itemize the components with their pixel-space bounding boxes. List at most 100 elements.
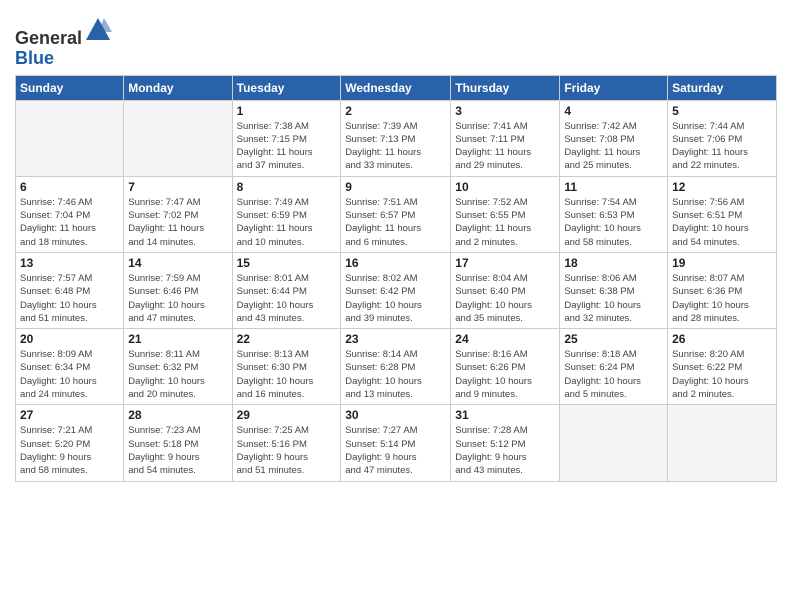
- weekday-header-monday: Monday: [124, 75, 232, 100]
- day-number: 29: [237, 408, 337, 422]
- calendar-cell: 14 Sunrise: 7:59 AM Sunset: 6:46 PM Dayli…: [124, 252, 232, 328]
- day-number: 5: [672, 104, 772, 118]
- day-detail: Sunrise: 7:27 AM Sunset: 5:14 PM Dayligh…: [345, 424, 446, 477]
- page-header: General Blue: [15, 10, 777, 69]
- day-number: 12: [672, 180, 772, 194]
- day-detail: Sunrise: 7:59 AM Sunset: 6:46 PM Dayligh…: [128, 272, 227, 325]
- day-detail: Sunrise: 7:38 AM Sunset: 7:15 PM Dayligh…: [237, 120, 337, 173]
- day-detail: Sunrise: 7:44 AM Sunset: 7:06 PM Dayligh…: [672, 120, 772, 173]
- calendar-cell: 26 Sunrise: 8:20 AM Sunset: 6:22 PM Dayli…: [668, 329, 777, 405]
- weekday-header-friday: Friday: [560, 75, 668, 100]
- calendar-cell: [668, 405, 777, 481]
- weekday-header-wednesday: Wednesday: [341, 75, 451, 100]
- day-number: 26: [672, 332, 772, 346]
- calendar-cell: 23 Sunrise: 8:14 AM Sunset: 6:28 PM Dayli…: [341, 329, 451, 405]
- calendar-cell: 13 Sunrise: 7:57 AM Sunset: 6:48 PM Dayli…: [16, 252, 124, 328]
- calendar-cell: 10 Sunrise: 7:52 AM Sunset: 6:55 PM Dayli…: [451, 176, 560, 252]
- logo-general: General: [15, 28, 82, 48]
- day-number: 16: [345, 256, 446, 270]
- day-detail: Sunrise: 7:57 AM Sunset: 6:48 PM Dayligh…: [20, 272, 119, 325]
- weekday-header-saturday: Saturday: [668, 75, 777, 100]
- day-number: 25: [564, 332, 663, 346]
- day-number: 4: [564, 104, 663, 118]
- day-number: 28: [128, 408, 227, 422]
- calendar-cell: 1 Sunrise: 7:38 AM Sunset: 7:15 PM Daylig…: [232, 100, 341, 176]
- calendar-week-1: 1 Sunrise: 7:38 AM Sunset: 7:15 PM Daylig…: [16, 100, 777, 176]
- day-detail: Sunrise: 7:21 AM Sunset: 5:20 PM Dayligh…: [20, 424, 119, 477]
- calendar-cell: 28 Sunrise: 7:23 AM Sunset: 5:18 PM Dayli…: [124, 405, 232, 481]
- day-number: 1: [237, 104, 337, 118]
- day-detail: Sunrise: 8:11 AM Sunset: 6:32 PM Dayligh…: [128, 348, 227, 401]
- calendar-cell: 7 Sunrise: 7:47 AM Sunset: 7:02 PM Daylig…: [124, 176, 232, 252]
- day-number: 10: [455, 180, 555, 194]
- day-detail: Sunrise: 7:28 AM Sunset: 5:12 PM Dayligh…: [455, 424, 555, 477]
- day-number: 2: [345, 104, 446, 118]
- calendar-week-4: 20Sunrise: 8:09 AM Sunset: 6:34 PM Dayli…: [16, 329, 777, 405]
- day-number: 19: [672, 256, 772, 270]
- calendar-week-3: 13 Sunrise: 7:57 AM Sunset: 6:48 PM Dayli…: [16, 252, 777, 328]
- weekday-header-tuesday: Tuesday: [232, 75, 341, 100]
- day-detail: Sunrise: 8:16 AM Sunset: 6:26 PM Dayligh…: [455, 348, 555, 401]
- day-detail: Sunrise: 8:06 AM Sunset: 6:38 PM Dayligh…: [564, 272, 663, 325]
- logo-icon: [84, 16, 112, 44]
- calendar-cell: 11 Sunrise: 7:54 AM Sunset: 6:53 PM Dayli…: [560, 176, 668, 252]
- day-detail: Sunrise: 7:39 AM Sunset: 7:13 PM Dayligh…: [345, 120, 446, 173]
- weekday-header-sunday: Sunday: [16, 75, 124, 100]
- calendar-cell: 8Sunrise: 7:49 AM Sunset: 6:59 PM Daylig…: [232, 176, 341, 252]
- calendar-cell: 2 Sunrise: 7:39 AM Sunset: 7:13 PM Daylig…: [341, 100, 451, 176]
- calendar-cell: 4Sunrise: 7:42 AM Sunset: 7:08 PM Daylig…: [560, 100, 668, 176]
- calendar-cell: 24 Sunrise: 8:16 AM Sunset: 6:26 PM Dayli…: [451, 329, 560, 405]
- day-detail: Sunrise: 8:20 AM Sunset: 6:22 PM Dayligh…: [672, 348, 772, 401]
- day-detail: Sunrise: 8:09 AM Sunset: 6:34 PM Dayligh…: [20, 348, 119, 401]
- calendar-cell: 22 Sunrise: 8:13 AM Sunset: 6:30 PM Dayli…: [232, 329, 341, 405]
- day-detail: Sunrise: 7:25 AM Sunset: 5:16 PM Dayligh…: [237, 424, 337, 477]
- day-detail: Sunrise: 8:04 AM Sunset: 6:40 PM Dayligh…: [455, 272, 555, 325]
- calendar-cell: 20Sunrise: 8:09 AM Sunset: 6:34 PM Dayli…: [16, 329, 124, 405]
- day-number: 21: [128, 332, 227, 346]
- day-detail: Sunrise: 8:13 AM Sunset: 6:30 PM Dayligh…: [237, 348, 337, 401]
- day-number: 24: [455, 332, 555, 346]
- day-detail: Sunrise: 7:51 AM Sunset: 6:57 PM Dayligh…: [345, 196, 446, 249]
- calendar-table: SundayMondayTuesdayWednesdayThursdayFrid…: [15, 75, 777, 482]
- day-number: 8: [237, 180, 337, 194]
- calendar-cell: 12 Sunrise: 7:56 AM Sunset: 6:51 PM Dayli…: [668, 176, 777, 252]
- day-number: 7: [128, 180, 227, 194]
- day-number: 13: [20, 256, 119, 270]
- day-number: 27: [20, 408, 119, 422]
- day-detail: Sunrise: 7:23 AM Sunset: 5:18 PM Dayligh…: [128, 424, 227, 477]
- calendar-cell: [124, 100, 232, 176]
- day-number: 14: [128, 256, 227, 270]
- day-number: 22: [237, 332, 337, 346]
- day-number: 3: [455, 104, 555, 118]
- day-detail: Sunrise: 7:47 AM Sunset: 7:02 PM Dayligh…: [128, 196, 227, 249]
- calendar-cell: 31 Sunrise: 7:28 AM Sunset: 5:12 PM Dayli…: [451, 405, 560, 481]
- calendar-cell: 9 Sunrise: 7:51 AM Sunset: 6:57 PM Daylig…: [341, 176, 451, 252]
- logo-blue: Blue: [15, 48, 54, 68]
- calendar-week-2: 6 Sunrise: 7:46 AM Sunset: 7:04 PM Daylig…: [16, 176, 777, 252]
- day-number: 17: [455, 256, 555, 270]
- calendar-cell: 29 Sunrise: 7:25 AM Sunset: 5:16 PM Dayli…: [232, 405, 341, 481]
- day-number: 9: [345, 180, 446, 194]
- weekday-header-thursday: Thursday: [451, 75, 560, 100]
- calendar-cell: 18Sunrise: 8:06 AM Sunset: 6:38 PM Dayli…: [560, 252, 668, 328]
- day-detail: Sunrise: 7:56 AM Sunset: 6:51 PM Dayligh…: [672, 196, 772, 249]
- day-number: 15: [237, 256, 337, 270]
- day-detail: Sunrise: 7:52 AM Sunset: 6:55 PM Dayligh…: [455, 196, 555, 249]
- calendar-cell: 27 Sunrise: 7:21 AM Sunset: 5:20 PM Dayli…: [16, 405, 124, 481]
- day-detail: Sunrise: 7:46 AM Sunset: 7:04 PM Dayligh…: [20, 196, 119, 249]
- day-detail: Sunrise: 8:02 AM Sunset: 6:42 PM Dayligh…: [345, 272, 446, 325]
- day-detail: Sunrise: 8:18 AM Sunset: 6:24 PM Dayligh…: [564, 348, 663, 401]
- day-detail: Sunrise: 7:41 AM Sunset: 7:11 PM Dayligh…: [455, 120, 555, 173]
- calendar-cell: 30 Sunrise: 7:27 AM Sunset: 5:14 PM Dayli…: [341, 405, 451, 481]
- day-detail: Sunrise: 8:14 AM Sunset: 6:28 PM Dayligh…: [345, 348, 446, 401]
- calendar-cell: 15Sunrise: 8:01 AM Sunset: 6:44 PM Dayli…: [232, 252, 341, 328]
- calendar-header-row: SundayMondayTuesdayWednesdayThursdayFrid…: [16, 75, 777, 100]
- day-number: 23: [345, 332, 446, 346]
- day-number: 6: [20, 180, 119, 194]
- calendar-cell: 21 Sunrise: 8:11 AM Sunset: 6:32 PM Dayli…: [124, 329, 232, 405]
- calendar-cell: [16, 100, 124, 176]
- day-number: 11: [564, 180, 663, 194]
- day-detail: Sunrise: 7:54 AM Sunset: 6:53 PM Dayligh…: [564, 196, 663, 249]
- day-number: 30: [345, 408, 446, 422]
- day-number: 31: [455, 408, 555, 422]
